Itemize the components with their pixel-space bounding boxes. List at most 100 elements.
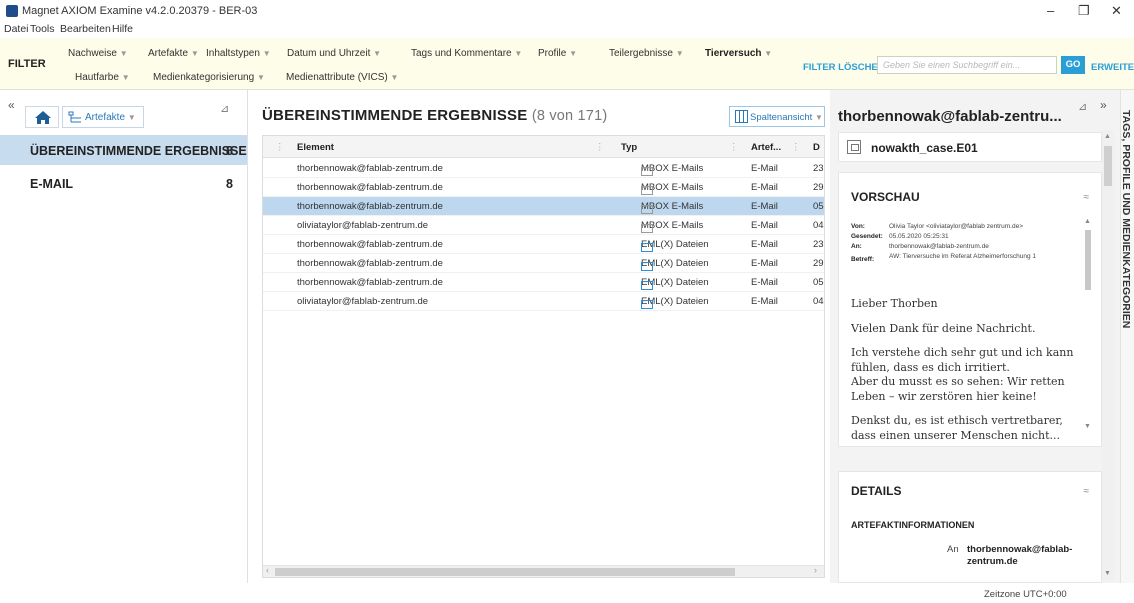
filter-date-time[interactable]: Datum und Uhrzeit ▼ — [287, 48, 381, 59]
filter-tags-comments[interactable]: Tags und Kommentare ▼ — [411, 48, 522, 59]
mailbox-icon — [641, 167, 653, 176]
chevron-down-icon: ▼ — [569, 49, 578, 58]
case-header: nowakth_case.E01 — [838, 132, 1102, 162]
home-button[interactable] — [25, 106, 59, 128]
cell-type: EML(X) Dateien — [641, 296, 709, 309]
app-icon — [6, 5, 18, 17]
filter-content-types[interactable]: Inhaltstypen ▼ — [206, 48, 271, 59]
chevron-down-icon: ▼ — [814, 113, 823, 122]
extended-search-button[interactable]: ERWEITERT — [1091, 62, 1134, 73]
menu-tools[interactable]: Tools — [30, 23, 55, 35]
minimize-button[interactable]: – — [1047, 3, 1054, 18]
cell-d: 05 — [813, 201, 824, 212]
menu-help[interactable]: Hilfe — [112, 23, 133, 35]
cell-element: thorbennowak@fablab-zentrum.de — [297, 239, 443, 250]
category-matching-results[interactable]: ÜBEREINSTIMMENDE ERGEBNISSE 8 — [0, 135, 247, 165]
filter-artifacts[interactable]: Artefakte ▼ — [148, 48, 199, 59]
envelope-icon — [641, 300, 653, 309]
category-email[interactable]: E-MAIL 8 — [0, 168, 247, 198]
menu-file[interactable]: Datei — [4, 23, 29, 35]
results-pane: ÜBEREINSTIMMENDE ERGEBNISSE (8 von 171) … — [262, 90, 830, 583]
table-row[interactable]: thorbennowak@fablab-zentrum.de EML(X) Dat… — [263, 273, 824, 292]
column-view-dropdown[interactable]: Spaltenansicht ▼ — [729, 106, 825, 127]
column-artifact[interactable]: Artef... — [751, 142, 781, 153]
image-file-icon — [847, 140, 861, 154]
detail-to-value: thorbennowak@fablab-zentrum.de — [967, 544, 1073, 567]
title-bar: Magnet AXIOM Examine v4.2.0.20379 - BER-… — [0, 0, 1134, 22]
expand-right-icon[interactable]: » — [1100, 98, 1107, 112]
columns-icon — [735, 110, 748, 123]
collapse-details-icon[interactable]: ≈ — [1084, 486, 1090, 497]
cell-d: 29 — [813, 258, 824, 269]
cell-type: EML(X) Dateien — [641, 277, 709, 290]
cell-element: oliviataylor@fablab-zentrum.de — [297, 296, 429, 307]
chevron-down-icon: ▼ — [514, 49, 523, 58]
table-row[interactable]: oliviataylor@fablab-zentrum.de MBOX E-Mai… — [263, 216, 824, 235]
table-row[interactable]: thorbennowak@fablab-zentrum.de EML(X) Dat… — [263, 254, 824, 273]
table-header: ⋮ Element ⋮ Typ ⋮ Artef... ⋮ D — [263, 136, 824, 158]
chevron-down-icon: ▼ — [373, 49, 382, 58]
filter-animal-testing[interactable]: Tierversuch ▼ — [705, 48, 772, 59]
artifact-info-heading: ARTEFAKTINFORMATIONEN — [851, 520, 975, 530]
chevron-down-icon: ▼ — [262, 49, 271, 58]
filter-media-attributes[interactable]: Medienattribute (VICS) ▼ — [286, 72, 398, 83]
artifacts-dropdown[interactable]: Artefakte ▼ — [62, 106, 144, 128]
home-icon — [35, 111, 51, 124]
detail-scrollbar[interactable]: ▲ ▼ — [1102, 130, 1114, 580]
timezone-status: Zeitzone UTC+0:00 — [984, 589, 1067, 600]
filter-media-categorization[interactable]: Medienkategorisierung ▼ — [153, 72, 265, 83]
filter-evidence[interactable]: Nachweise ▼ — [68, 48, 128, 59]
collapse-preview-icon[interactable]: ≈ — [1084, 192, 1090, 203]
chevron-down-icon: ▼ — [390, 73, 399, 82]
preview-scrollbar[interactable]: ▲ ▼ — [1083, 218, 1093, 433]
window-title: Magnet AXIOM Examine v4.2.0.20379 - BER-… — [22, 5, 258, 17]
filter-skin-color[interactable]: Hautfarbe ▼ — [75, 72, 130, 83]
chevron-down-icon: ▼ — [675, 49, 684, 58]
pin-icon[interactable]: ⊿ — [220, 102, 229, 115]
menu-edit[interactable]: Bearbeiten — [60, 23, 111, 35]
envelope-icon — [641, 281, 653, 290]
filter-label: FILTER — [8, 58, 46, 70]
status-bar: Zeitzone UTC+0:00 — [0, 583, 1134, 603]
table-row[interactable]: thorbennowak@fablab-zentrum.de MBOX E-Mai… — [263, 159, 824, 178]
mail-from: Olivia Taylor <oliviataylor@fablab zentr… — [889, 223, 1024, 230]
clear-filter-button[interactable]: FILTER LÖSCHEN — [803, 62, 885, 73]
details-card: DETAILS ≈ ARTEFAKTINFORMATIONEN An thorb… — [838, 471, 1102, 583]
details-heading: DETAILS — [851, 484, 902, 498]
go-button[interactable]: GO — [1061, 56, 1085, 74]
table-row[interactable]: oliviataylor@fablab-zentrum.de EML(X) Dat… — [263, 292, 824, 311]
case-name: nowakth_case.E01 — [871, 141, 978, 155]
table-row[interactable]: thorbennowak@fablab-zentrum.de MBOX E-Mai… — [263, 197, 824, 216]
horizontal-scrollbar[interactable]: ‹ › — [263, 565, 824, 577]
cell-artifact: E-Mail — [751, 277, 778, 288]
search-input[interactable]: Geben Sie einen Suchbegriff ein... — [877, 56, 1057, 74]
close-button[interactable]: ✕ — [1111, 3, 1122, 19]
table-row[interactable]: thorbennowak@fablab-zentrum.de EML(X) Dat… — [263, 235, 824, 254]
mailbox-icon — [641, 205, 653, 214]
mail-subject: AW: Tierversuche im Referat Alzheimerfor… — [889, 253, 1037, 260]
table-row[interactable]: thorbennowak@fablab-zentrum.de MBOX E-Mai… — [263, 178, 824, 197]
cell-type: MBOX E-Mails — [641, 182, 704, 195]
cell-element: oliviataylor@fablab-zentrum.de — [297, 220, 429, 231]
cell-type: MBOX E-Mails — [641, 163, 704, 176]
cell-d: 04 — [813, 296, 824, 307]
mail-sent: 05.05.2020 05:25:31 — [889, 233, 949, 240]
cell-artifact: E-Mail — [751, 201, 778, 212]
results-title: ÜBEREINSTIMMENDE ERGEBNISSE (8 von 171) — [262, 107, 608, 124]
preview-card: VORSCHAU ≈ Von: Olivia Taylor <oliviatayl… — [838, 172, 1102, 447]
column-element[interactable]: Element — [297, 142, 334, 153]
menu-bar: Datei Tools Bearbeiten Hilfe — [0, 22, 1134, 38]
mail-to: thorbennowak@fablab-zentrum.de — [889, 243, 989, 250]
tags-profiles-side-tab[interactable]: TAGS, PROFILE UND MEDIENKATEGORIEN — [1120, 90, 1134, 583]
maximize-button[interactable]: ❐ — [1078, 3, 1090, 19]
cell-type: MBOX E-Mails — [641, 201, 704, 214]
column-d[interactable]: D — [813, 142, 820, 153]
filter-partial-results[interactable]: Teilergebnisse ▼ — [609, 48, 684, 59]
cell-d: 23 — [813, 239, 824, 250]
column-type[interactable]: Typ — [621, 142, 637, 153]
tree-icon — [68, 111, 81, 123]
collapse-left-icon[interactable]: « — [8, 98, 15, 112]
pin-icon[interactable]: ⊿ — [1078, 100, 1087, 113]
cell-element: thorbennowak@fablab-zentrum.de — [297, 163, 443, 174]
filter-profiles[interactable]: Profile ▼ — [538, 48, 577, 59]
